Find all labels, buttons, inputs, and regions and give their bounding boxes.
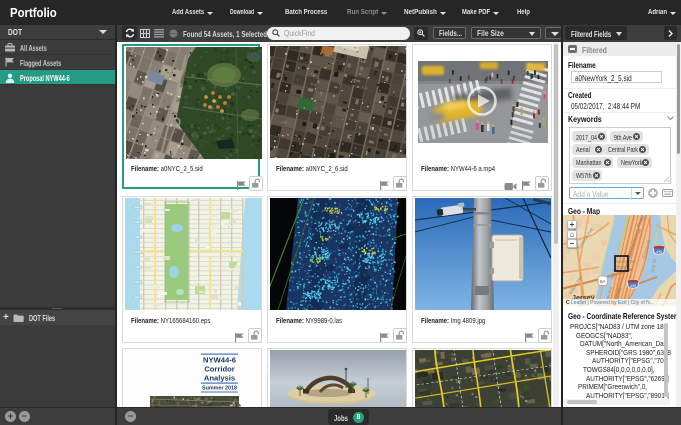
svg-text:495: 495: [656, 250, 662, 254]
svg-text:495: 495: [630, 284, 636, 288]
svg-text:Summer 2018: Summer 2018: [202, 386, 237, 392]
svg-text:Corridor: Corridor: [204, 365, 234, 374]
svg-text:Analysis: Analysis: [204, 374, 235, 383]
svg-text:9A: 9A: [600, 279, 607, 284]
svg-text:NYW44-6: NYW44-6: [203, 356, 236, 365]
svg-text:Manhattan: Manhattan: [614, 259, 636, 264]
